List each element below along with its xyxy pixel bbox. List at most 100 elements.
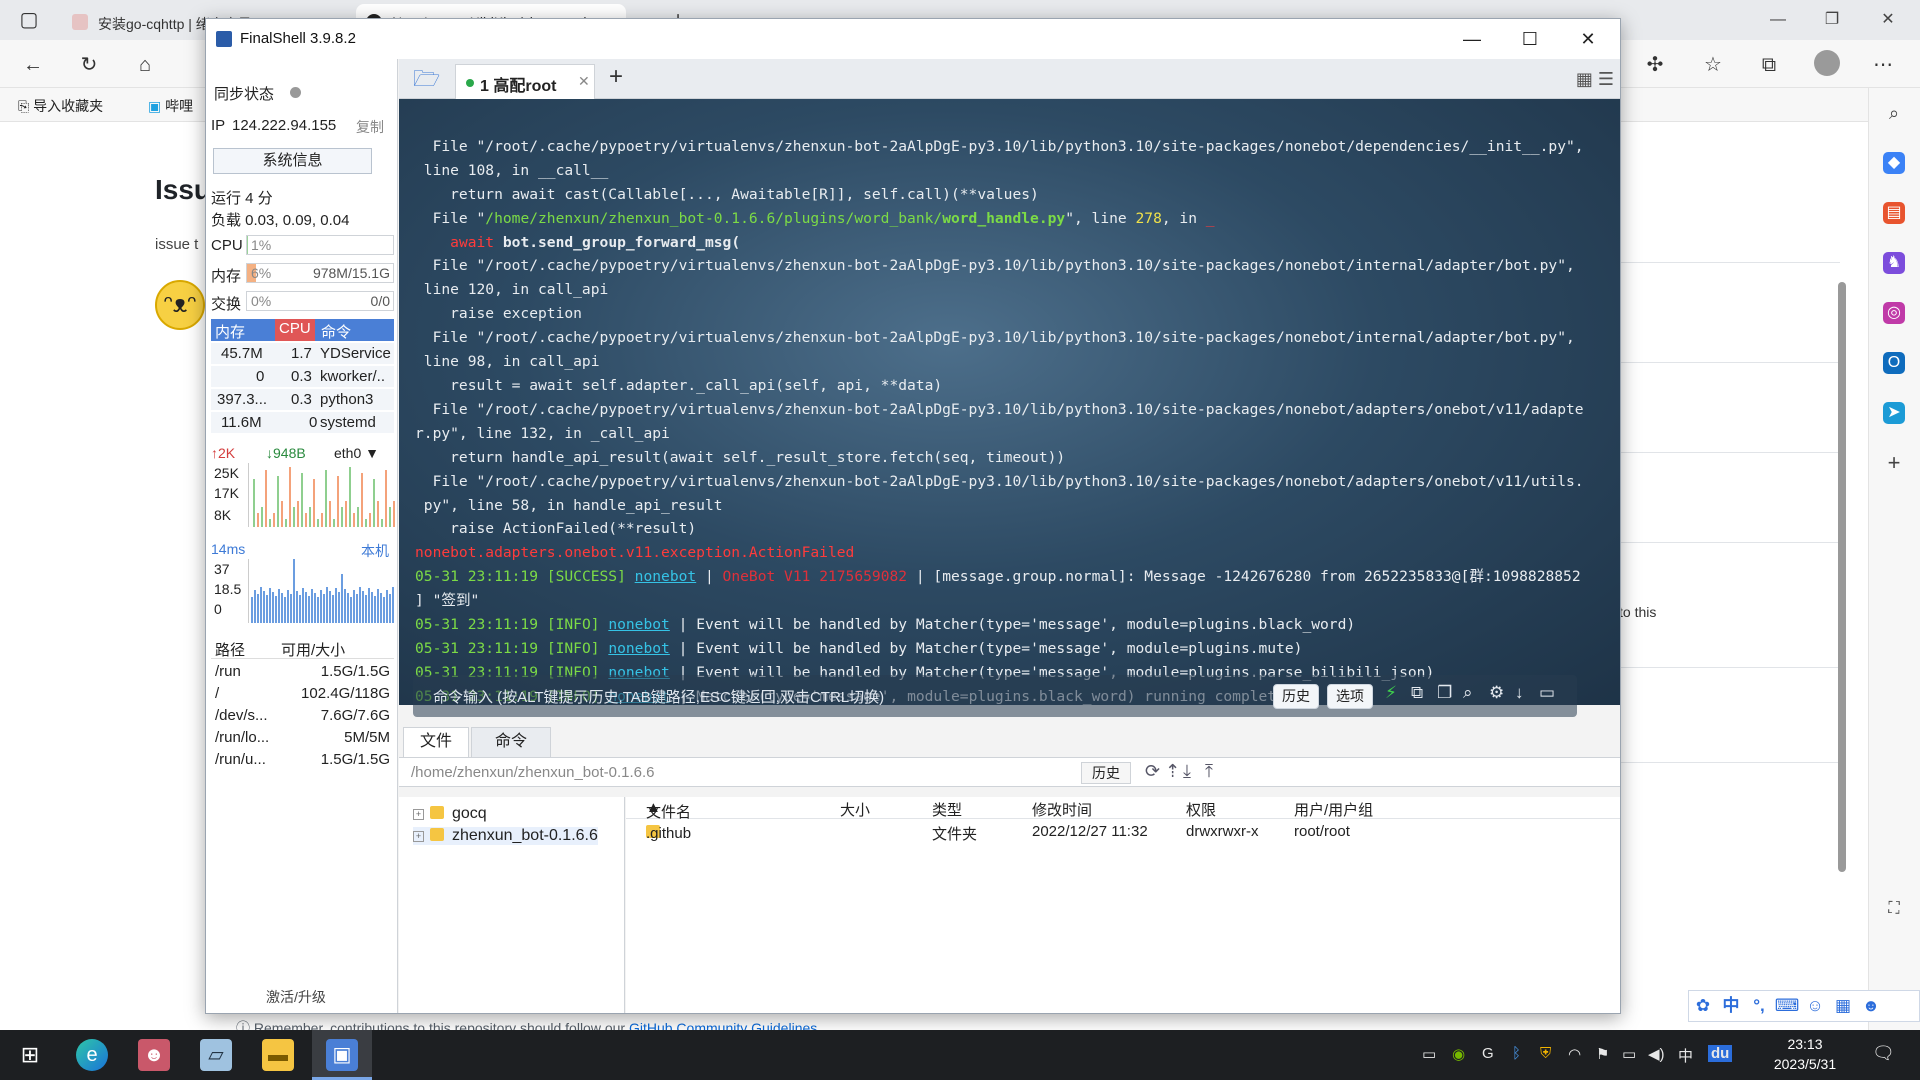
screen-tray-icon[interactable]: ▭ [1422, 1045, 1436, 1063]
tab-actions-icon[interactable]: ▢ [14, 5, 44, 35]
games-icon[interactable]: ♞ [1883, 252, 1905, 274]
collections-icon[interactable]: ⧉ [1754, 50, 1784, 80]
edge-icon[interactable]: e [76, 1039, 108, 1071]
proc-col-mem[interactable]: 内存 [215, 321, 245, 342]
baidu-tray-icon[interactable]: du [1708, 1045, 1733, 1062]
options-button[interactable]: 选项 [1327, 684, 1373, 709]
outlook-icon[interactable]: O [1883, 352, 1905, 374]
browser-minimize-icon[interactable]: — [1766, 8, 1790, 32]
copy-icon[interactable]: ⧉ [1411, 683, 1423, 703]
net-interface-select[interactable]: eth0 ▼ [334, 445, 379, 461]
latency-target[interactable]: 本机 [361, 541, 389, 561]
arrow-down-icon[interactable]: ↓ [1515, 683, 1524, 703]
tree-item[interactable]: + zhenxun_bot-0.1.6.6 [413, 827, 598, 845]
nvidia-tray-icon[interactable]: ◉ [1452, 1045, 1465, 1063]
volume-tray-icon[interactable]: ◀) [1648, 1045, 1665, 1063]
avatar-app-icon[interactable]: ☻ [138, 1039, 170, 1071]
more-icon[interactable]: ⋯ [1868, 50, 1898, 80]
disk-col-size[interactable]: 可用/大小 [281, 639, 345, 660]
profile-avatar[interactable] [1812, 50, 1842, 80]
proc-col-cpu[interactable]: CPU [275, 319, 315, 341]
tree-item[interactable]: + gocq [413, 805, 487, 823]
file-explorer-icon[interactable]: ▬ [262, 1039, 294, 1071]
terminal[interactable]: File "/root/.cache/pypoetry/virtualenvs/… [399, 99, 1620, 705]
close-icon[interactable]: ✕ [1568, 25, 1608, 53]
close-tab-icon[interactable]: ✕ [578, 73, 590, 90]
screenshot-icon[interactable]: ⛶ [1883, 898, 1905, 920]
refresh-icon[interactable]: ↻ [74, 50, 104, 80]
file-row[interactable]: .github 文件夹 2022/12/27 11:32 drwxrwxr-x … [626, 821, 1620, 843]
col-owner[interactable]: 用户/用户组 [1294, 799, 1373, 820]
minimize-icon[interactable]: — [1452, 25, 1492, 53]
process-row[interactable]: 0 0.3 kworker/.. [211, 366, 394, 388]
system-clock[interactable]: 23:13 2023/5/31 [1770, 1034, 1840, 1074]
notification-icon[interactable]: 🗨 [1872, 1043, 1895, 1064]
tools-icon[interactable]: ▤ [1883, 202, 1905, 224]
send-icon[interactable]: ➤ [1883, 402, 1905, 424]
command-input[interactable]: 命令输入 (按ALT键提示历史,TAB键路径,ESC键返回,双击CTRL切换) [433, 686, 884, 707]
maximize-icon[interactable]: ☐ [1510, 25, 1550, 53]
expand-icon[interactable]: + [413, 831, 424, 842]
col-type[interactable]: 类型 [932, 799, 962, 820]
settings-gear-icon[interactable]: ⚙ [1489, 683, 1504, 703]
search-icon[interactable]: ⌕ [1883, 102, 1905, 124]
favorites-icon[interactable]: ☆ [1698, 50, 1728, 80]
search-icon[interactable]: ⌕ [1463, 683, 1473, 703]
tab-commands[interactable]: 命令 [471, 727, 551, 757]
app-tray-icon[interactable]: G [1482, 1045, 1494, 1062]
browser-restore-icon[interactable]: ❐ [1820, 8, 1844, 32]
col-mtime[interactable]: 修改时间 [1032, 799, 1092, 820]
import-favorites-link[interactable]: ⎘ 导入收藏夹 [18, 96, 103, 116]
expand-icon[interactable]: + [413, 809, 424, 820]
ime-paw-icon[interactable]: ✿ [1689, 991, 1717, 1021]
add-session-icon[interactable]: + [609, 63, 623, 91]
window-icon[interactable]: ▭ [1539, 683, 1555, 703]
extensions-icon[interactable]: ✣ [1640, 50, 1670, 80]
flag-tray-icon[interactable]: ⚑ [1596, 1045, 1609, 1063]
up-dir-icon[interactable]: ⇡ [1165, 761, 1180, 782]
disk-row[interactable]: /run/u... 1.5G/1.5G [211, 749, 394, 771]
activate-upgrade-link[interactable]: 激活/升级 [266, 987, 326, 1007]
battery-tray-icon[interactable]: ▭ [1622, 1045, 1636, 1063]
proc-col-cmd[interactable]: 命令 [321, 321, 351, 342]
bilibili-favorite-link[interactable]: ▣ 哔哩 [148, 96, 193, 116]
microsoft365-icon[interactable]: ◎ [1883, 302, 1905, 324]
lightning-icon[interactable]: ⚡ [1385, 683, 1397, 703]
ime-punct-icon[interactable]: °, [1745, 991, 1773, 1021]
current-path-input[interactable]: /home/zhenxun/zhenxun_bot-0.1.6.6 [411, 764, 655, 781]
download-icon[interactable]: ⤓ [1183, 761, 1191, 782]
ime-tray-indicator[interactable]: 中 [1678, 1045, 1693, 1066]
bluetooth-tray-icon[interactable]: ᛒ [1512, 1045, 1521, 1062]
col-size[interactable]: 大小 [840, 799, 870, 820]
browser-close-icon[interactable]: ✕ [1876, 8, 1900, 32]
upload-icon[interactable]: ⤒ [1205, 761, 1213, 782]
disk-row[interactable]: /run 1.5G/1.5G [211, 661, 394, 683]
paste-icon[interactable]: ❐ [1437, 683, 1452, 703]
process-row[interactable]: 397.3... 0.3 python3 [211, 389, 394, 411]
path-history-button[interactable]: 历史 [1081, 762, 1131, 784]
tab-files[interactable]: 文件 [403, 727, 469, 757]
finalshell-taskbar-button[interactable]: ▣ [312, 1030, 372, 1080]
open-folder-icon[interactable]: 🗁 [413, 67, 443, 91]
page-scrollbar[interactable] [1836, 132, 1848, 872]
session-tab[interactable]: 1 高配root ✕ [455, 64, 595, 99]
col-perm[interactable]: 权限 [1186, 799, 1216, 820]
process-row[interactable]: 11.6M 0 systemd [211, 412, 394, 434]
ime-emoji-icon[interactable]: ☻ [1857, 991, 1885, 1021]
command-input-bar[interactable]: 命令输入 (按ALT键提示历史,TAB键路径,ESC键返回,双击CTRL切换) … [413, 675, 1577, 717]
back-icon[interactable]: ← [18, 50, 48, 80]
system-info-button[interactable]: 系统信息 [213, 148, 372, 174]
ime-chinese-icon[interactable]: 中 [1717, 991, 1745, 1021]
refresh-icon[interactable]: ⟳ [1145, 761, 1160, 782]
notes-app-icon[interactable]: ▱ [200, 1039, 232, 1071]
disk-col-path[interactable]: 路径 [215, 639, 245, 660]
layout-toggle-icon[interactable]: ▦ ☰ [1576, 69, 1614, 90]
process-row[interactable]: 45.7M 1.7 YDService [211, 343, 394, 365]
start-icon[interactable]: ⊞ [14, 1039, 46, 1071]
disk-row[interactable]: /run/lo... 5M/5M [211, 727, 394, 749]
ime-keyboard-icon[interactable]: ⌨ [1773, 991, 1801, 1021]
history-button[interactable]: 历史 [1273, 684, 1319, 709]
ime-user-icon[interactable]: ☺ [1801, 991, 1829, 1021]
scrollbar-thumb[interactable] [1838, 282, 1846, 872]
add-sidebar-icon[interactable]: + [1883, 452, 1905, 474]
